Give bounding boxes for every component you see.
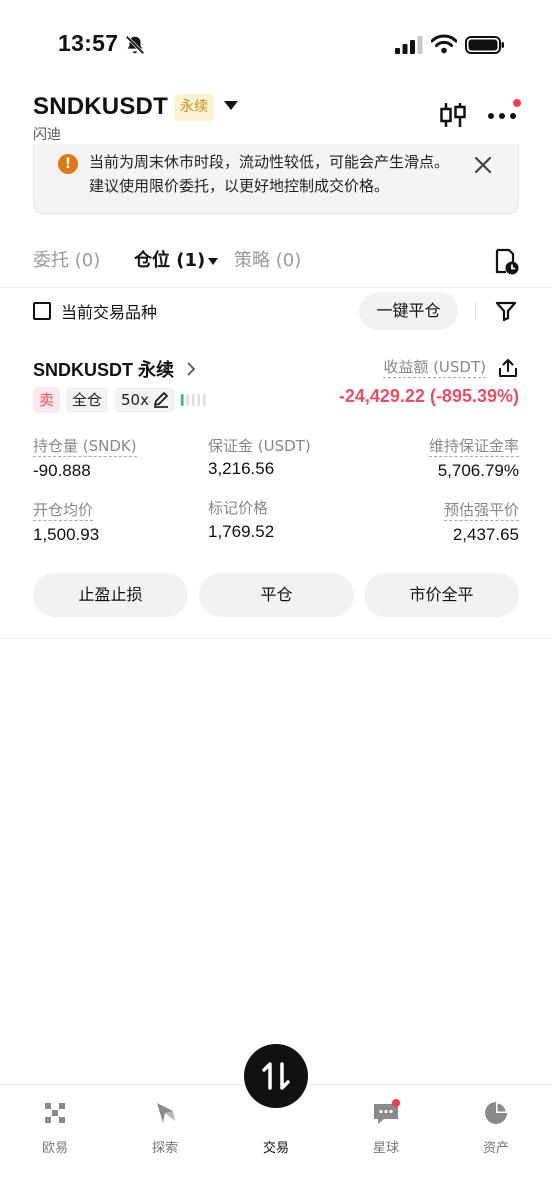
instrument-symbol[interactable]: SNDKUSDT xyxy=(33,93,168,121)
margin-label: 保证金 (USDT) xyxy=(208,437,311,455)
nav-trade-label: 交易 xyxy=(262,1141,289,1156)
divider xyxy=(0,638,552,639)
trade-swap-icon xyxy=(262,1062,290,1090)
entry-price-value: 1,500.93 xyxy=(33,525,100,544)
risk-level-bar xyxy=(181,394,184,406)
risk-level-bar xyxy=(203,394,206,406)
order-history-icon[interactable] xyxy=(493,248,519,276)
maintenance-margin-value: 5,706.79% xyxy=(437,461,519,480)
margin-value: 3,216.56 xyxy=(208,459,275,478)
battery-icon xyxy=(465,36,504,54)
status-time: 13:57 xyxy=(58,30,119,56)
order-tabs: 委托 (0) 仓位 (1) 策略 (0) xyxy=(33,246,523,280)
nav-planet-label: 星球 xyxy=(372,1141,399,1156)
tab-orders[interactable]: 委托 (0) xyxy=(33,246,100,276)
pnl-value: -24,429.22 (-895.39%) xyxy=(338,386,519,406)
position-size-label[interactable]: 持仓量 (SNDK) xyxy=(33,436,137,457)
divider xyxy=(0,287,552,288)
market-close-all-button[interactable]: 市价全平 xyxy=(364,573,519,617)
notice-text: 当前为周末休市时段，流动性较低，可能会产生滑点。建议使用限价委托，以更好地控制成… xyxy=(89,153,450,195)
trade-fab-button[interactable] xyxy=(244,1044,308,1108)
nav-explore[interactable]: 探索 xyxy=(125,1099,205,1156)
nav-explore-label: 探索 xyxy=(151,1141,178,1156)
chevron-down-icon xyxy=(208,257,219,265)
tab-positions[interactable]: 仓位 (1) xyxy=(134,246,219,276)
risk-level-bar xyxy=(192,394,195,406)
risk-level-bars xyxy=(181,394,206,406)
filter-icon[interactable] xyxy=(494,299,518,323)
cellular-signal-icon xyxy=(395,36,423,54)
nav-okx-label: 欧易 xyxy=(41,1141,68,1156)
share-icon[interactable] xyxy=(498,358,518,378)
mark-price-label: 标记价格 xyxy=(208,499,269,517)
tab-positions-label: 仓位 (1) xyxy=(134,250,206,271)
nav-assets[interactable]: 资产 xyxy=(456,1099,536,1156)
status-bar: 13:57 xyxy=(0,0,552,90)
liquidation-price-label[interactable]: 预估强平价 xyxy=(443,500,519,521)
close-all-button[interactable]: 一键平仓 xyxy=(359,292,458,330)
entry-price-label[interactable]: 开仓均价 xyxy=(33,500,94,521)
nav-planet[interactable]: 星球 xyxy=(346,1099,426,1156)
bell-muted-icon xyxy=(125,35,145,55)
candlestick-chart-icon[interactable] xyxy=(438,100,468,130)
tab-strategies[interactable]: 策略 (0) xyxy=(234,246,301,276)
filter-row: 当前交易品种 一键平仓 xyxy=(0,290,552,334)
chat-icon xyxy=(374,1099,400,1124)
chevron-right-icon[interactable] xyxy=(186,362,196,376)
nav-okx[interactable]: 欧易 xyxy=(15,1099,95,1156)
position-size-value: -90.888 xyxy=(33,461,91,480)
close-icon[interactable] xyxy=(472,154,494,176)
edit-icon[interactable] xyxy=(152,390,170,408)
pie-chart-icon xyxy=(485,1102,507,1124)
risk-level-bar xyxy=(186,394,189,406)
position-symbol[interactable]: SNDKUSDT 永续 xyxy=(33,356,174,382)
divider xyxy=(475,302,476,320)
instrument-dropdown-icon[interactable] xyxy=(224,101,238,110)
current-symbol-label[interactable]: 当前交易品种 xyxy=(61,299,157,323)
margin-mode-tag: 全仓 xyxy=(66,387,109,413)
mark-price-value: 1,769.52 xyxy=(208,522,275,541)
nav-assets-label: 资产 xyxy=(482,1141,509,1156)
instrument-header: SNDKUSDT 永续 闪迪 xyxy=(0,90,552,146)
instrument-subtitle: 闪迪 xyxy=(33,127,61,143)
pnl-label[interactable]: 收益额 (USDT) xyxy=(383,357,486,378)
notification-dot xyxy=(513,99,521,107)
maintenance-margin-label[interactable]: 维持保证金率 xyxy=(428,436,519,457)
current-symbol-checkbox[interactable] xyxy=(33,302,51,320)
okx-logo-icon xyxy=(45,1103,65,1123)
close-position-button[interactable]: 平仓 xyxy=(199,573,354,617)
risk-level-bar xyxy=(197,394,200,406)
more-options-icon[interactable] xyxy=(486,104,520,124)
wifi-icon xyxy=(431,34,457,54)
compass-icon xyxy=(157,1103,175,1123)
side-tag: 卖 xyxy=(33,387,61,413)
liquidation-price-value: 2,437.65 xyxy=(452,525,519,544)
weekend-liquidity-notice: ! 当前为周末休市时段，流动性较低，可能会产生滑点。建议使用限价委托，以更好地控… xyxy=(33,144,519,214)
perpetual-badge: 永续 xyxy=(174,94,214,121)
tp-sl-button[interactable]: 止盈止损 xyxy=(33,573,188,617)
warning-icon: ! xyxy=(58,154,78,174)
